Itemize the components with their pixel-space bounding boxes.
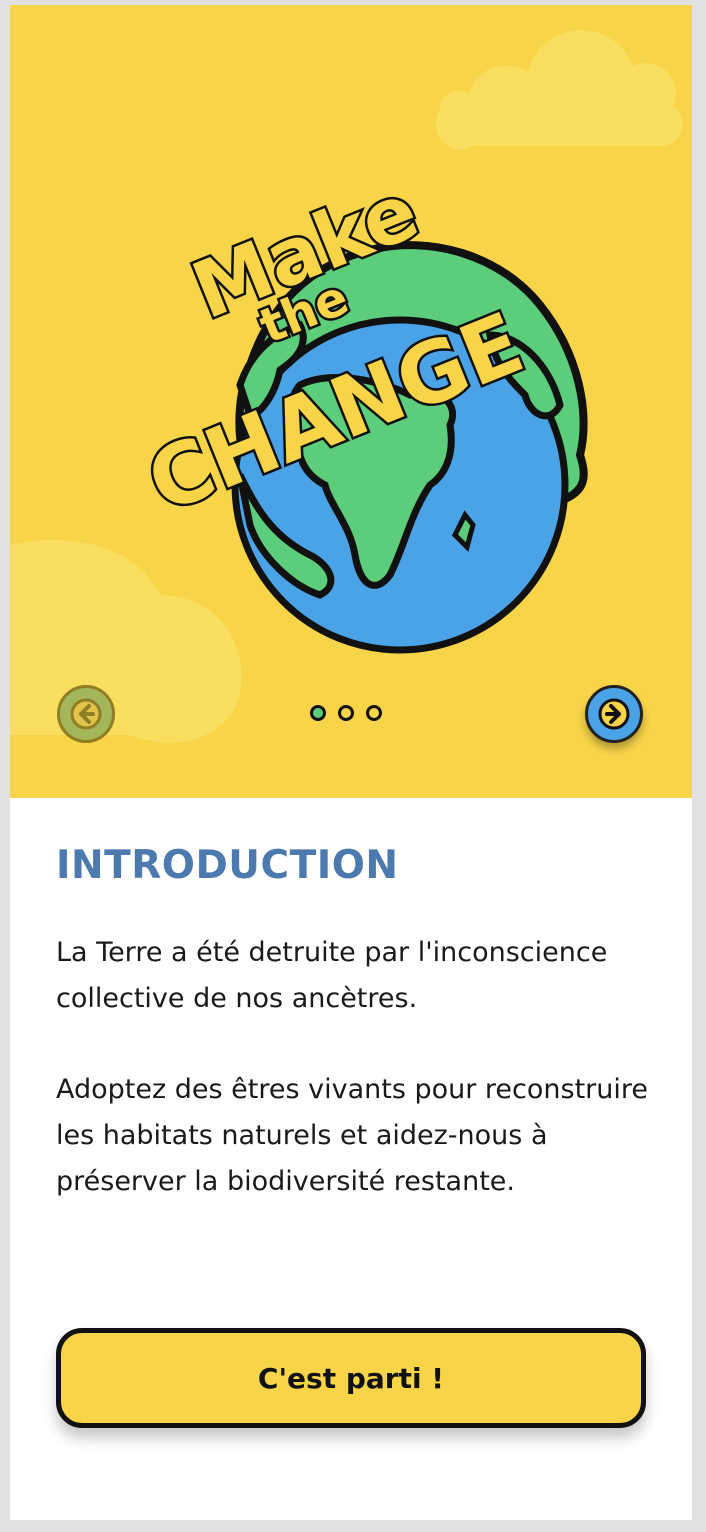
pager-dot-2[interactable] <box>338 705 354 721</box>
pager-dot-3[interactable] <box>366 705 382 721</box>
pager-dot-1[interactable] <box>310 705 326 721</box>
cloud-top-right <box>435 30 683 150</box>
onboarding-screen: Make the CHANGE INTRODUCTION La Terre a … <box>10 5 692 1520</box>
page-title: INTRODUCTION <box>56 843 399 888</box>
intro-paragraph-2: Adoptez des êtres vivants pour reconstru… <box>56 1074 648 1197</box>
intro-paragraph-1: La Terre a été detruite par l'inconscien… <box>56 937 608 1014</box>
arrow-left-icon <box>70 698 102 730</box>
start-button-label: C'est parti ! <box>257 1361 445 1395</box>
arrow-right-icon <box>598 698 630 730</box>
start-button[interactable]: C'est parti ! <box>56 1328 646 1428</box>
previous-slide-button[interactable] <box>57 685 115 743</box>
intro-carousel[interactable]: Make the CHANGE <box>10 5 692 798</box>
pager-dots <box>310 705 382 721</box>
make-the-change-logo: Make the CHANGE <box>132 164 588 654</box>
next-slide-button[interactable] <box>585 685 643 743</box>
